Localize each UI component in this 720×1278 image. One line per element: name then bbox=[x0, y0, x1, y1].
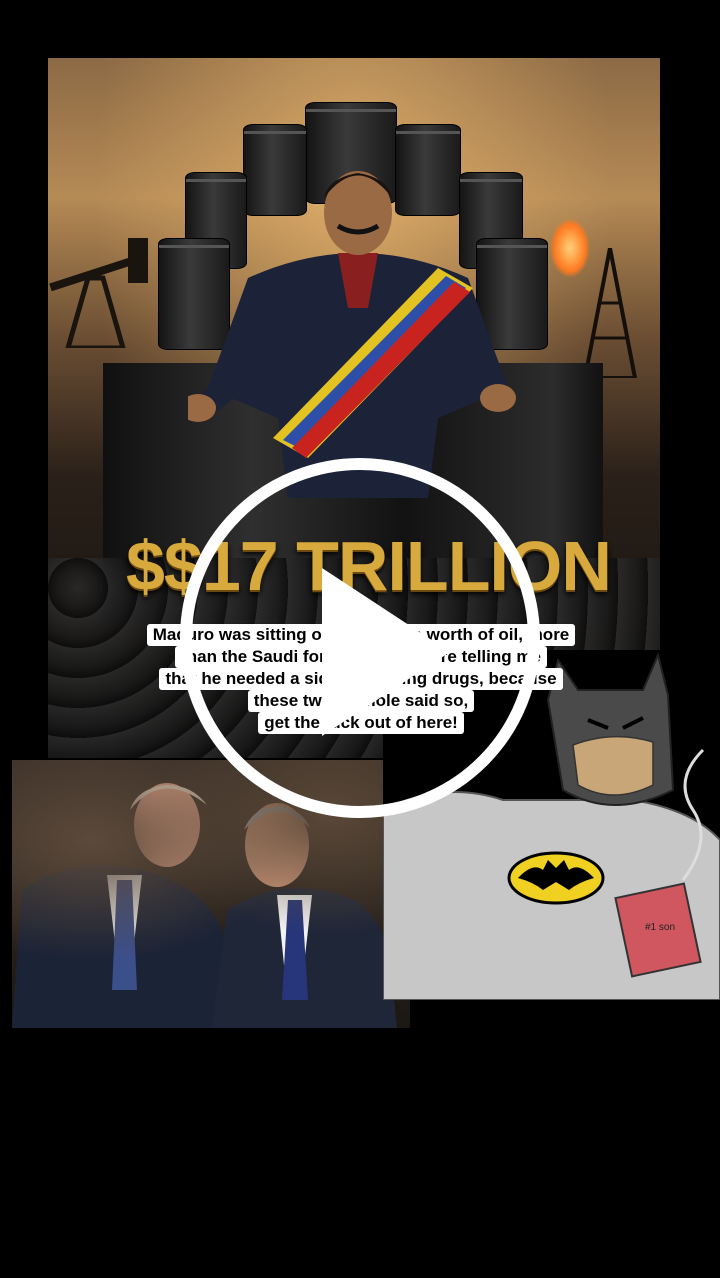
oil-derrick-illustration bbox=[582, 248, 638, 378]
mug-label: #1 son bbox=[645, 922, 675, 933]
seated-man-figure bbox=[188, 171, 516, 498]
pump-jack-illustration bbox=[49, 238, 148, 348]
play-icon bbox=[322, 568, 450, 736]
play-button[interactable] bbox=[180, 458, 540, 818]
